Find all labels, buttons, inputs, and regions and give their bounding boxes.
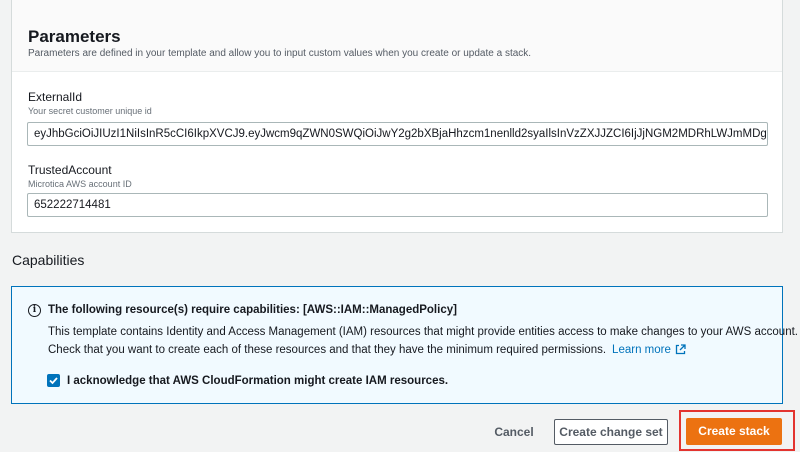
capabilities-title: Capabilities bbox=[12, 252, 85, 268]
parameters-description: Parameters are defined in your template … bbox=[28, 48, 532, 59]
cancel-button[interactable]: Cancel bbox=[486, 420, 542, 444]
parameters-title: Parameters bbox=[28, 27, 121, 46]
capabilities-text-line1: This template contains Identity and Acce… bbox=[48, 326, 798, 338]
trusted-account-help: Microtica AWS account ID bbox=[28, 179, 132, 189]
trusted-account-label: TrustedAccount bbox=[28, 163, 112, 177]
acknowledge-label[interactable]: I acknowledge that AWS CloudFormation mi… bbox=[67, 374, 448, 388]
external-link-icon bbox=[675, 344, 686, 355]
capabilities-heading: The following resource(s) require capabi… bbox=[48, 304, 457, 316]
parameters-header: Parameters Parameters are defined in you… bbox=[12, 0, 782, 72]
learn-more-label: Learn more bbox=[612, 344, 671, 356]
capabilities-text-line2-wrap: Check that you want to create each of th… bbox=[48, 343, 686, 357]
capabilities-text-line2: Check that you want to create each of th… bbox=[48, 344, 607, 356]
acknowledge-checkbox[interactable] bbox=[47, 374, 60, 387]
external-id-label: ExternalId bbox=[28, 90, 83, 104]
capabilities-info-alert: i The following resource(s) require capa… bbox=[11, 286, 798, 404]
learn-more-link[interactable]: Learn more bbox=[612, 344, 686, 356]
trusted-account-input[interactable]: 652222714481 bbox=[27, 193, 768, 217]
external-id-help: Your secret customer unique id bbox=[28, 106, 152, 116]
info-icon: i bbox=[28, 304, 41, 317]
create-change-set-button[interactable]: Create change set bbox=[554, 419, 668, 445]
parameters-panel: Parameters Parameters are defined in you… bbox=[11, 0, 783, 233]
checkmark-icon bbox=[49, 377, 58, 385]
external-id-input[interactable]: eyJhbGciOiJIUzI1NiIsInR5cCI6IkpXVCJ9.eyJ… bbox=[27, 122, 768, 146]
create-stack-button[interactable]: Create stack bbox=[686, 418, 782, 445]
